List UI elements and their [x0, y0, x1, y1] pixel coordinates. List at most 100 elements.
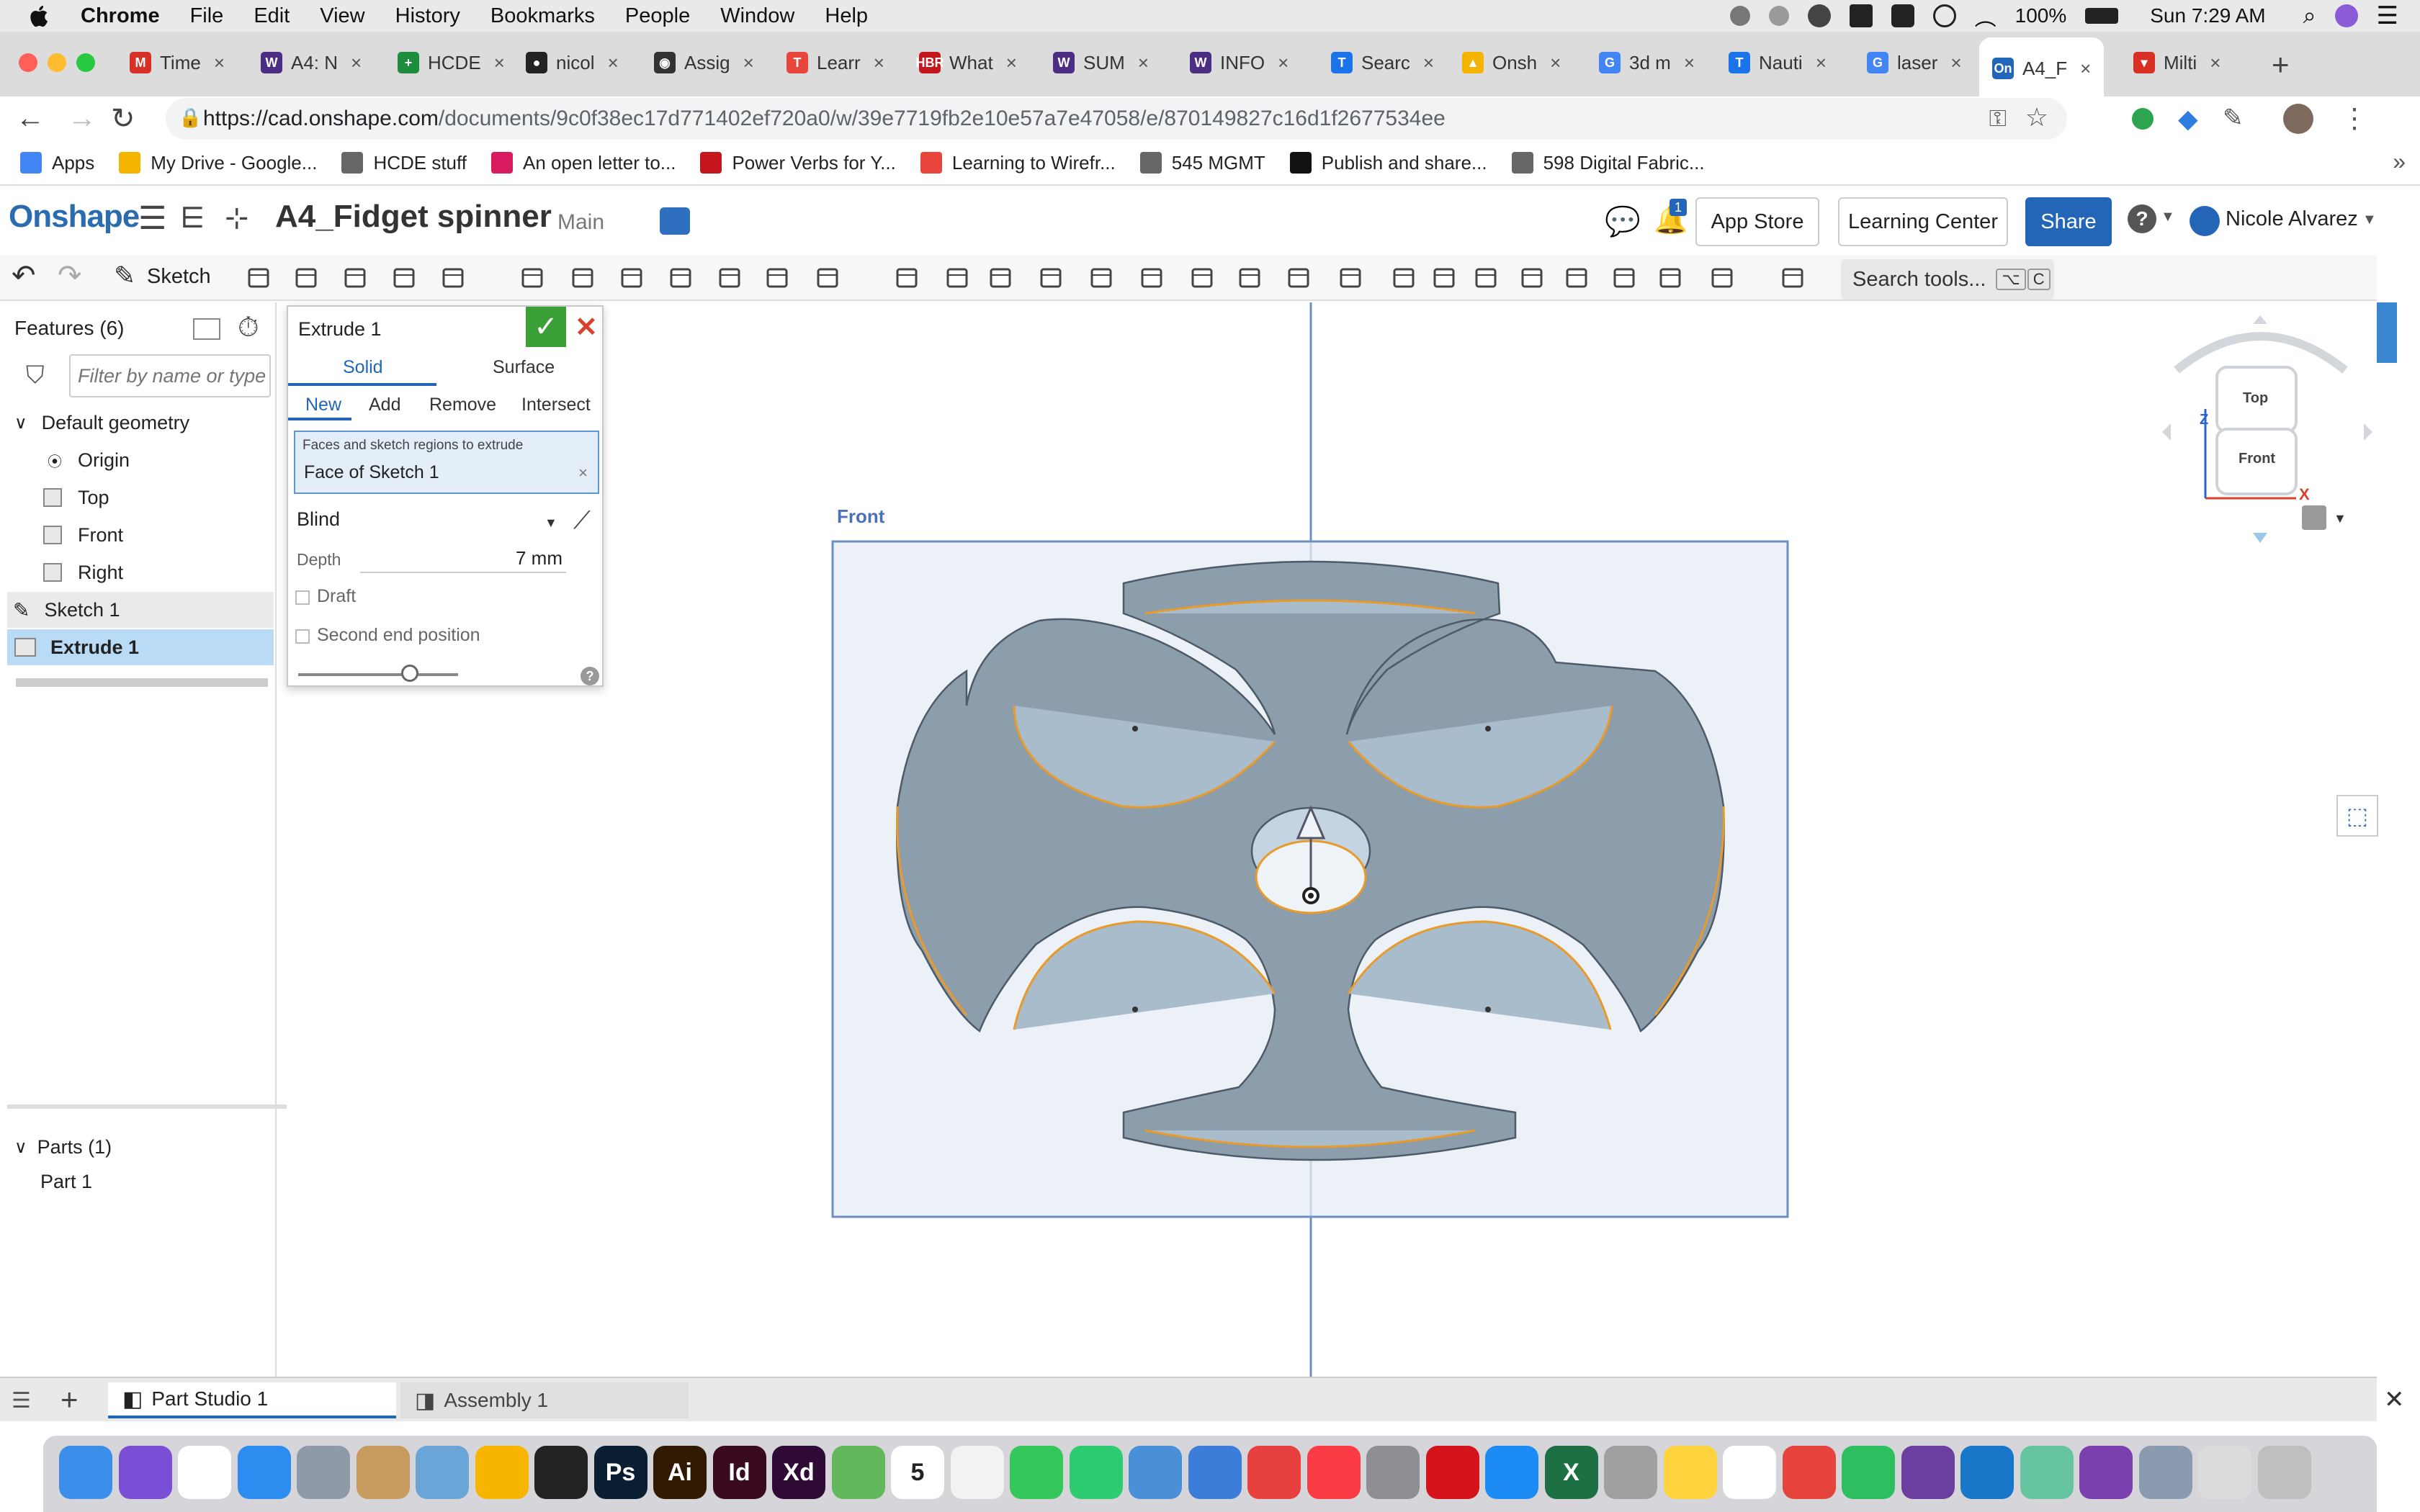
- contacts-icon[interactable]: [356, 1446, 410, 1499]
- chevron-down-icon[interactable]: ▼: [2334, 511, 2347, 526]
- panel-divider[interactable]: [7, 1104, 288, 1109]
- bookmark-item[interactable]: Apps: [20, 152, 94, 174]
- browser-tab[interactable]: ▾ Milti ×: [2133, 37, 2220, 88]
- address-bar[interactable]: 🔒 https://cad.onshape.com/documents/9c0f…: [166, 98, 2067, 140]
- battery-icon[interactable]: [2085, 8, 2119, 24]
- learning-cap-icon[interactable]: [660, 207, 690, 235]
- replace-face-icon[interactable]: [1236, 264, 1265, 292]
- appearance-panel-icon[interactable]: ⬚: [2336, 795, 2378, 837]
- menu-edit[interactable]: Edit: [254, 4, 290, 28]
- plane-icon[interactable]: [1390, 264, 1419, 292]
- wifi-icon[interactable]: ︵: [1975, 0, 1996, 32]
- reload-icon[interactable]: ↻: [111, 102, 135, 135]
- finder-icon[interactable]: [59, 1446, 112, 1499]
- browser-tab[interactable]: + HCDE ×: [398, 37, 505, 88]
- feature-extrude[interactable]: Extrude 1: [7, 629, 274, 665]
- rib-icon[interactable]: [667, 264, 696, 292]
- help-icon[interactable]: ?: [2128, 204, 2156, 233]
- rollback-timer-icon[interactable]: ⏱: [238, 312, 259, 343]
- branch-label[interactable]: Main: [557, 210, 604, 235]
- reeder-icon[interactable]: [1782, 1446, 1836, 1499]
- menu-people[interactable]: People: [625, 4, 690, 28]
- version-history-icon[interactable]: ⋿: [180, 202, 205, 235]
- revolve-icon[interactable]: [292, 264, 321, 292]
- sweep-icon[interactable]: [341, 264, 370, 292]
- user-avatar-icon[interactable]: [2190, 206, 2220, 236]
- feature-plane-top[interactable]: Top: [0, 480, 274, 516]
- profile-avatar[interactable]: [2283, 104, 2313, 134]
- browser-tab[interactable]: Glaser ×: [1867, 37, 1962, 88]
- chrome-menu-icon[interactable]: ⋮: [2341, 102, 2368, 135]
- tab-close-icon[interactable]: ×: [214, 52, 225, 74]
- messages-icon[interactable]: [1010, 1446, 1063, 1499]
- tab-close-icon[interactable]: ×: [1278, 52, 1289, 74]
- slack-icon[interactable]: [1723, 1446, 1776, 1499]
- safari-icon[interactable]: [237, 1446, 291, 1499]
- browser-tab[interactable]: T Learr ×: [786, 37, 884, 88]
- add-folder-icon[interactable]: [193, 318, 220, 340]
- siri-icon[interactable]: [2334, 4, 2358, 27]
- parts-group[interactable]: ∨ Parts (1): [0, 1129, 274, 1165]
- split-icon[interactable]: [987, 264, 1016, 292]
- browser-tab[interactable]: W SUM ×: [1053, 37, 1149, 88]
- tab-close-icon[interactable]: ×: [607, 52, 618, 74]
- app-store-icon[interactable]: [1485, 1446, 1538, 1499]
- section-icon[interactable]: [1657, 264, 1685, 292]
- chrome-icon[interactable]: [178, 1446, 231, 1499]
- display-mode-icon[interactable]: [2302, 505, 2326, 530]
- feature-plane-right[interactable]: Right: [0, 554, 274, 590]
- browser-tab[interactable]: On A4_F ×: [1979, 37, 2105, 99]
- tab-surface[interactable]: Surface: [493, 357, 555, 378]
- modify-fillet-icon[interactable]: [1138, 264, 1167, 292]
- evernote-icon[interactable]: [1842, 1446, 1895, 1499]
- trash-icon[interactable]: [2257, 1446, 2311, 1499]
- tab-close-icon[interactable]: ×: [1006, 52, 1017, 74]
- lock-icon[interactable]: 🔒: [179, 107, 202, 129]
- browser-tab[interactable]: T Searc ×: [1331, 37, 1434, 88]
- tab-close-icon[interactable]: ×: [2210, 52, 2220, 74]
- slider-knob[interactable]: [401, 665, 419, 682]
- draft-icon[interactable]: [618, 264, 647, 292]
- right-panel-tab[interactable]: [2377, 302, 2397, 363]
- end-type-select[interactable]: Blind: [297, 508, 340, 531]
- filter-input[interactable]: [69, 354, 271, 397]
- comments-icon[interactable]: 💬: [1605, 204, 1641, 238]
- user-menu-chevron-icon[interactable]: ▼: [2362, 212, 2377, 228]
- extension-green-icon[interactable]: [2132, 108, 2154, 130]
- menu-history[interactable]: History: [395, 4, 460, 28]
- view-cube-front[interactable]: Front: [2238, 451, 2275, 467]
- sketch-button[interactable]: Sketch: [147, 265, 211, 289]
- ai-icon[interactable]: Ai: [653, 1446, 707, 1499]
- tab-close-icon[interactable]: ×: [1950, 52, 1961, 74]
- browser-tab[interactable]: ▲ Onsh ×: [1462, 37, 1561, 88]
- app-store-button[interactable]: App Store: [1695, 197, 1819, 246]
- atom-icon[interactable]: [2020, 1446, 2074, 1499]
- fillet-icon[interactable]: [519, 264, 547, 292]
- op-add[interactable]: Add: [369, 395, 400, 415]
- delete-part-icon[interactable]: [1088, 264, 1116, 292]
- close-x-icon[interactable]: ✕: [2384, 1385, 2405, 1414]
- tab-solid[interactable]: Solid: [343, 357, 383, 378]
- chevron-down-icon[interactable]: ▼: [2161, 209, 2175, 225]
- move-face-icon[interactable]: [1188, 264, 1217, 292]
- custom-feature-icon[interactable]: [1779, 264, 1808, 292]
- clear-selection-icon[interactable]: ×: [578, 464, 588, 482]
- variable-icon[interactable]: [1518, 264, 1547, 292]
- chevron-down-icon[interactable]: ∨: [14, 1137, 27, 1158]
- excel-icon[interactable]: X: [1544, 1446, 1598, 1499]
- tab-close-icon[interactable]: ×: [874, 52, 884, 74]
- image-capture-icon[interactable]: [2138, 1446, 2192, 1499]
- tab-close-icon[interactable]: ×: [1423, 52, 1434, 74]
- tool-icon[interactable]: [1891, 4, 1914, 27]
- menu-file[interactable]: File: [190, 4, 224, 28]
- calendar-icon[interactable]: 5: [891, 1446, 944, 1499]
- dropbox-icon[interactable]: [1849, 4, 1873, 27]
- op-new[interactable]: New: [305, 395, 341, 415]
- cancel-x-icon[interactable]: ✕: [575, 311, 598, 343]
- music-icon[interactable]: [1307, 1446, 1361, 1499]
- add-tab-icon[interactable]: +: [60, 1382, 79, 1417]
- more-bookmarks-icon[interactable]: »: [2393, 148, 2406, 175]
- close-window-button[interactable]: [19, 53, 37, 72]
- tab-close-icon[interactable]: ×: [1138, 52, 1149, 74]
- key-icon[interactable]: ⚿: [1989, 105, 2007, 132]
